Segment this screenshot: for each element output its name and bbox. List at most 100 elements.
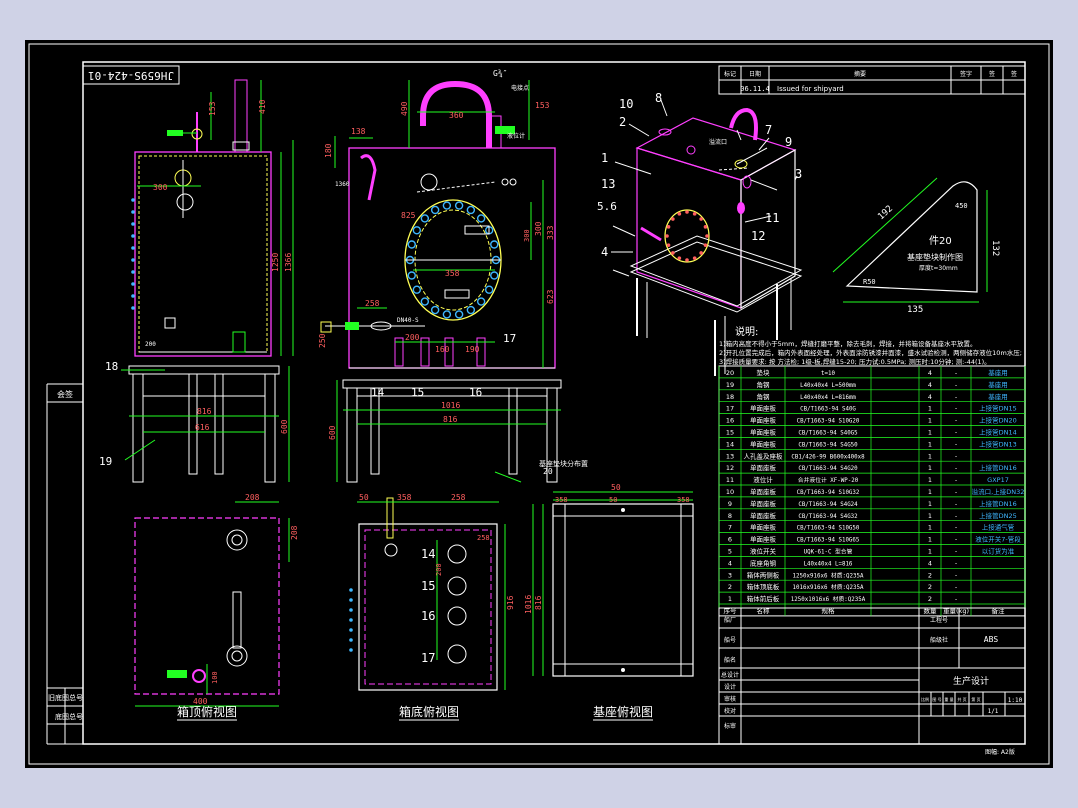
bom-cell: 4 <box>928 559 932 567</box>
bom-cell: 11 <box>726 476 734 484</box>
dim-1016: 1016 <box>441 401 460 410</box>
iso-label-2: 2 <box>619 115 626 129</box>
bot-dim-258b: 258 <box>477 534 490 542</box>
view-title-top: 箱顶俯视图 <box>177 704 237 719</box>
bom-cell: - <box>955 571 958 579</box>
base-dim-1016: 1016 <box>524 595 533 614</box>
part20-dim-450: 450 <box>955 202 968 210</box>
base-dim-50b: 358 <box>677 496 690 504</box>
bom-cell: 单面座板 <box>750 487 777 496</box>
bom-cell: 上接管DN16 <box>979 499 1017 508</box>
bom-cell: CB/T1663-94 S10G20 <box>797 419 860 425</box>
dim-816b: 816 <box>443 415 458 424</box>
bom-cell: CB/T1663-94 S10G32 <box>797 490 860 496</box>
bom-cell: 1 <box>928 548 932 556</box>
iso-bolt-hole <box>666 225 671 229</box>
bom-cell: 基座用 <box>988 380 1008 389</box>
bom-cell: 1016x916x6 材质:Q235A <box>793 583 864 591</box>
bom-cell: 6 <box>728 536 732 544</box>
iso-label-8: 8 <box>655 91 662 105</box>
iso-bolt-hole <box>666 243 671 247</box>
dim-153b: 153 <box>535 101 550 110</box>
bolt-hole <box>454 310 464 319</box>
part20-dim-132: 132 <box>990 240 1000 256</box>
bom-cell: CB/T1663-94 S4G32 <box>798 514 857 520</box>
bom-cell: 单面座板 <box>750 499 777 508</box>
bolt-hole <box>442 201 452 210</box>
bom-cell: 以订货为准 <box>982 547 1015 556</box>
bolt-hole <box>430 305 440 315</box>
top-dim-100: 100 <box>211 671 219 684</box>
bom-table: 20 垫块 t=10 4- 基座用19 角钢 L40x40x4 L=500mm 4- 基座用18… <box>718 365 1026 617</box>
bom-cell: CB/T1663-94 S4G50 <box>798 442 858 448</box>
bolt-hole <box>454 201 464 210</box>
bom-cell: - <box>955 440 958 448</box>
top-dim-208b: 208 <box>290 525 299 540</box>
side-label-countersign: 会签 <box>57 389 73 399</box>
bom-cell: 1 <box>928 440 932 448</box>
bot-dim-358: 358 <box>397 493 412 502</box>
bom-cell: 2 <box>928 583 932 591</box>
bom-cell: 2 <box>728 583 732 591</box>
rev-h1: 日期 <box>749 70 761 78</box>
bom-cell: 上接通气管 <box>982 523 1015 532</box>
bom-cell: 16 <box>726 417 734 425</box>
bom-cell: L40x40x4 L=500mm <box>800 383 856 389</box>
bom-cell: 4 <box>928 393 932 401</box>
dim-138: 138 <box>351 127 366 136</box>
bom-cell: 1 <box>928 452 932 460</box>
iso-bolt-hole <box>677 212 682 216</box>
base-dim-358: 50 <box>609 496 617 504</box>
iso-bolt-hole <box>671 217 675 221</box>
dim-600b: 600 <box>328 425 337 440</box>
label-14: 14 <box>371 386 385 399</box>
tb-stage-2: 重 量 <box>944 696 953 702</box>
bom-cell: 液位计 <box>753 475 773 484</box>
bom-cell: 单面座板 <box>750 428 777 437</box>
iso-bolt-hole <box>692 256 697 260</box>
tb-row-5: 审核 <box>724 695 736 703</box>
iso-bolt-hole <box>699 251 703 255</box>
bom-cell: 上接管DN20 <box>979 416 1017 425</box>
tb-stage-3: 共 页 <box>957 696 966 702</box>
bom-cell: 单面座板 <box>750 535 777 544</box>
rev-h2: 摘要 <box>854 70 866 78</box>
bom-cell: 1250x916x6 材质:Q235A <box>793 571 864 579</box>
bom-cell: 1 <box>928 405 932 413</box>
iso-label-13: 13 <box>601 177 615 191</box>
dim-358: 358 <box>445 269 460 278</box>
front-note-contact: 电接点 <box>511 84 529 92</box>
bom-cell: 4 <box>928 369 932 377</box>
part20-dim-r50: R50 <box>863 278 876 286</box>
bom-cell: - <box>955 417 958 425</box>
bom-header-cell: 数量 <box>924 606 938 615</box>
front-valve-spec: DN40-S <box>397 317 419 324</box>
bot-dim-50: 50 <box>359 493 369 502</box>
dim-1366: 1366 <box>284 253 293 272</box>
label-20: 20 <box>543 467 553 476</box>
bom-cell: 18 <box>726 393 734 401</box>
iso-label-3: 3 <box>795 167 802 181</box>
iso-label-10: 10 <box>619 97 633 111</box>
view-title-base: 基座俯视图 <box>593 704 653 719</box>
bom-cell: 1 <box>928 417 932 425</box>
bom-cell: - <box>955 583 958 591</box>
bolt-hole <box>412 285 422 294</box>
dim-600: 600 <box>280 419 289 434</box>
iso-bolt-hole <box>703 243 708 247</box>
bom-cell: UQK-61-C 型合管 <box>804 548 853 556</box>
tb-design-no: 工程号 <box>930 616 948 624</box>
bom-cell: CB/T1663-94 S4G24 <box>798 502 858 508</box>
iso-bolt-hole <box>705 234 709 238</box>
dim-300c: 300 <box>523 229 531 242</box>
bom-cell: 箱体两侧板 <box>747 570 780 579</box>
bom-cell: 人孔盖及座板 <box>744 451 784 460</box>
bom-cell: CB/T1663-94 S40G5 <box>798 431 858 437</box>
bom-cell: 1 <box>928 464 932 472</box>
inner-border <box>82 61 1026 745</box>
revision-block: 标记 日期 摘要 签字 签 签 06.11.4 Issued for shipy… <box>718 65 1026 95</box>
bom-cell: 箱体顶底板 <box>747 582 780 591</box>
bom-cell: 4 <box>728 559 732 567</box>
bot-label-17: 17 <box>421 651 435 665</box>
bom-cell: - <box>955 559 958 567</box>
